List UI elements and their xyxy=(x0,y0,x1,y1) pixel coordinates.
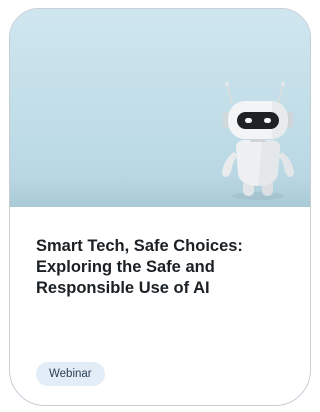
card-content: Smart Tech, Safe Choices: Exploring the … xyxy=(10,207,310,405)
event-card[interactable]: Smart Tech, Safe Choices: Exploring the … xyxy=(9,8,311,406)
hero-image xyxy=(10,9,310,207)
webinar-badge: Webinar xyxy=(36,362,105,386)
robot-illustration-icon xyxy=(222,82,294,200)
card-title[interactable]: Smart Tech, Safe Choices: Exploring the … xyxy=(36,236,296,299)
